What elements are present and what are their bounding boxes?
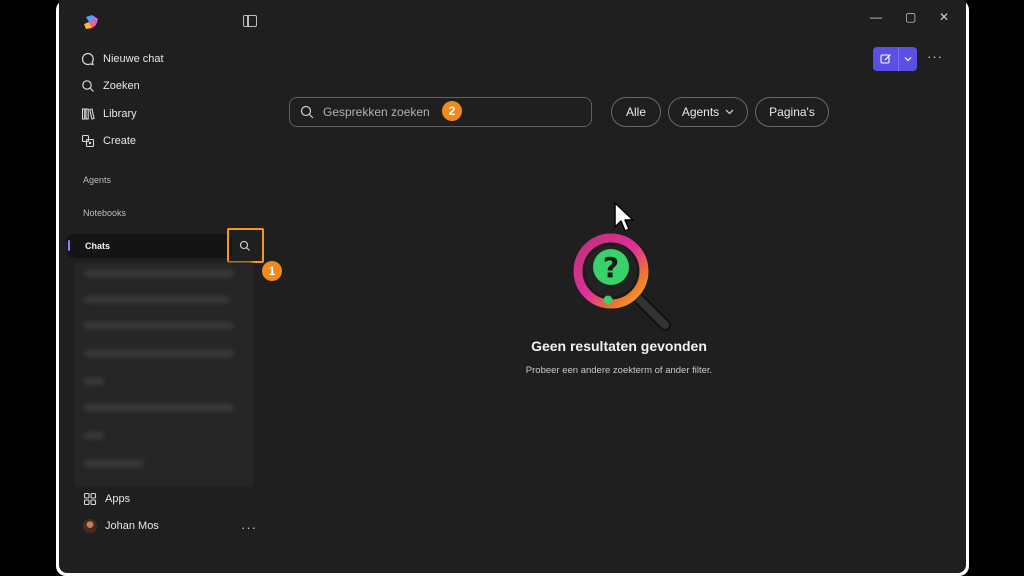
chat-search-button[interactable]	[227, 228, 264, 263]
annotation-badge-2: 2	[442, 101, 462, 121]
sidebar: Nieuwe chat Zoeken Library Create Agents…	[59, 0, 282, 573]
chat-bubble-icon	[81, 52, 94, 66]
chat-history-list-blurred	[74, 262, 254, 487]
user-more-options-icon[interactable]: ···	[241, 520, 257, 535]
chats-label: Chats	[85, 241, 111, 251]
toggle-sidebar-button[interactable]	[243, 15, 257, 27]
user-name: Johan Mos	[105, 520, 159, 532]
library-icon	[81, 108, 95, 120]
sidebar-item-label: Library	[103, 108, 137, 120]
sidebar-item-create[interactable]: Create	[81, 130, 136, 152]
sidebar-item-label: Nieuwe chat	[103, 53, 164, 65]
new-chat-button[interactable]	[873, 47, 917, 71]
maximize-icon[interactable]: ▢	[905, 10, 916, 24]
apps-grid-icon	[83, 492, 97, 506]
search-icon	[239, 240, 250, 251]
active-indicator	[68, 240, 70, 251]
create-icon	[81, 134, 95, 148]
close-icon[interactable]: ✕	[939, 10, 949, 24]
chevron-down-icon[interactable]	[899, 47, 917, 71]
section-agents[interactable]: Agents	[83, 175, 111, 185]
mouse-cursor-icon	[614, 202, 634, 232]
more-options-icon[interactable]: ···	[927, 49, 943, 64]
empty-state-title: Geen resultaten gevonden	[531, 338, 707, 354]
sidebar-item-new-chat[interactable]: Nieuwe chat	[81, 48, 164, 70]
sidebar-item-apps[interactable]: Apps	[83, 492, 130, 506]
empty-state-subtitle: Probeer een andere zoekterm of ander fil…	[525, 365, 713, 376]
filter-pages-chip[interactable]: Pagina's	[755, 97, 829, 127]
annotation-badge-1: 1	[262, 261, 282, 281]
filter-label: Pagina's	[769, 105, 815, 119]
minimize-icon[interactable]: —	[870, 10, 882, 24]
avatar	[83, 519, 97, 533]
app-content: Nieuwe chat Zoeken Library Create Agents…	[59, 0, 966, 573]
chevron-down-icon	[725, 109, 734, 115]
sidebar-item-label: Zoeken	[103, 80, 140, 92]
sidebar-item-search[interactable]: Zoeken	[81, 75, 140, 97]
no-results-magnifier-icon: ?	[573, 233, 671, 331]
section-chats[interactable]: Chats	[67, 234, 232, 258]
search-icon	[300, 105, 314, 119]
user-profile[interactable]: Johan Mos	[83, 519, 159, 533]
filter-label: Agents	[681, 105, 720, 119]
compose-icon[interactable]	[873, 47, 899, 71]
sidebar-item-label: Create	[103, 135, 137, 147]
section-notebooks[interactable]: Notebooks	[83, 208, 126, 218]
filter-agents-dropdown[interactable]: Agents	[668, 97, 748, 127]
search-icon	[82, 80, 94, 92]
sidebar-item-library[interactable]: Library	[81, 103, 137, 125]
filter-all-chip[interactable]: Alle	[611, 97, 661, 127]
app-window: Nieuwe chat Zoeken Library Create Agents…	[56, 0, 969, 576]
svg-text:?: ?	[603, 251, 619, 284]
filter-label: Alle	[625, 105, 646, 119]
copilot-logo-icon	[84, 15, 98, 29]
apps-label: Apps	[105, 493, 131, 505]
conversation-search-field[interactable]	[289, 97, 592, 127]
